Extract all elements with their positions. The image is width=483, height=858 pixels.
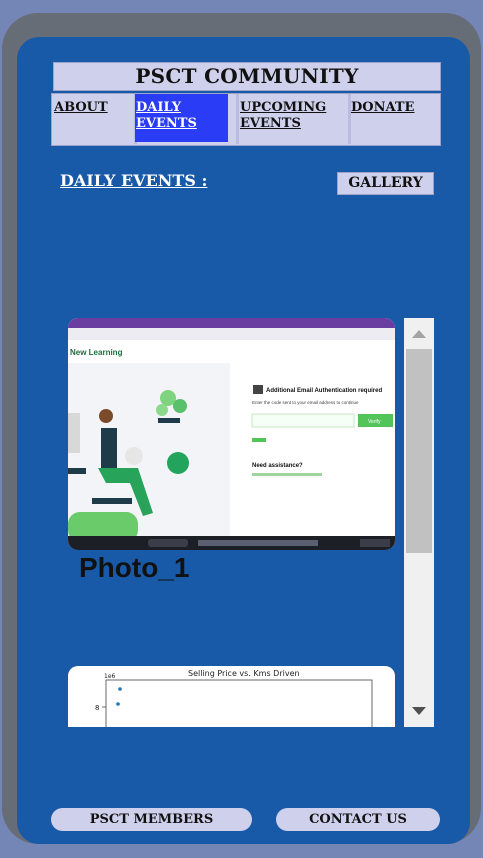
photo-card: New Learning Additional Email Authentica… — [68, 318, 395, 550]
nav-upcoming-label-2: EVENTS — [240, 116, 301, 131]
psct-members-button[interactable]: PSCT MEMBERS — [51, 808, 252, 831]
photo-card: Selling Price vs. Kms Driven 1e6 8 — [68, 666, 395, 727]
section-title: DAILY EVENTS : — [60, 171, 208, 190]
gallery-scroll-area[interactable]: New Learning Additional Email Authentica… — [68, 318, 403, 727]
nav-bar: ABOUT DAILY EVENTS UPCOMING EVENTS DONAT… — [51, 93, 441, 146]
app-screen: PSCT COMMUNITY ABOUT DAILY EVENTS UPCOMI… — [17, 37, 470, 844]
photo-assist: Need assistance? — [252, 463, 303, 469]
page-title: PSCT COMMUNITY — [53, 62, 441, 91]
photo-auth-title: Additional Email Authentication required — [266, 388, 382, 394]
photo-1-caption: Photo_1 — [79, 552, 190, 583]
photo-1-image: New Learning Additional Email Authentica… — [68, 318, 395, 550]
photo-auth-sub: Enter the code sent to your email addres… — [252, 400, 359, 405]
gallery-scrollbar[interactable] — [404, 318, 434, 727]
nav-donate[interactable]: DONATE — [351, 94, 436, 142]
photo-2-image: Selling Price vs. Kms Driven 1e6 8 — [95, 669, 373, 727]
device-frame: PSCT COMMUNITY ABOUT DAILY EVENTS UPCOMI… — [2, 13, 481, 844]
photo-verify: Verify — [368, 419, 381, 425]
photo-2-title: Selling Price vs. Kms Driven — [188, 669, 300, 678]
nav-daily-label-2: EVENTS — [136, 116, 197, 131]
photo-2-scale: 1e6 — [104, 673, 116, 680]
nav-about[interactable]: ABOUT — [54, 94, 134, 142]
nav-upcoming-label-1: UPCOMING — [240, 100, 327, 115]
nav-divider — [236, 94, 239, 144]
scroll-down-icon[interactable] — [412, 707, 426, 715]
nav-upcoming-events[interactable]: UPCOMING EVENTS — [240, 94, 350, 142]
photo-brand: New Learning — [70, 348, 123, 357]
nav-daily-events[interactable]: DAILY EVENTS — [135, 94, 228, 142]
photo-2-ytick: 8 — [95, 704, 99, 712]
nav-daily-label-1: DAILY — [136, 100, 182, 115]
gallery-button[interactable]: GALLERY — [337, 172, 434, 195]
scroll-thumb[interactable] — [406, 349, 432, 553]
contact-us-button[interactable]: CONTACT US — [276, 808, 440, 831]
scroll-up-icon[interactable] — [412, 330, 426, 338]
